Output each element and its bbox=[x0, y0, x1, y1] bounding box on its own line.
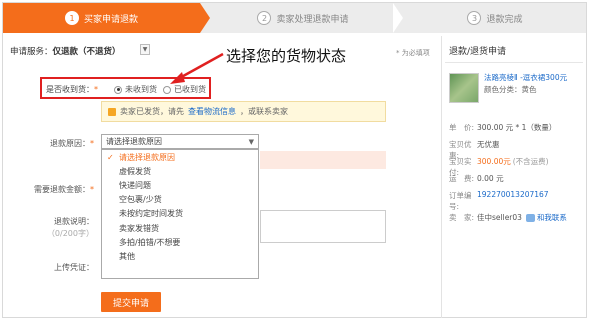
logistics-link[interactable]: 查看物流信息 bbox=[188, 106, 236, 117]
step-label: 退款完成 bbox=[486, 14, 523, 25]
service-label: 申请服务： bbox=[10, 47, 53, 57]
summary-key: 订单编号: bbox=[449, 191, 472, 211]
summary-suffix: (不含运费) bbox=[512, 157, 549, 166]
reason-select-value: 请选择退款原因 bbox=[106, 137, 162, 146]
radio-label: 未收到货 bbox=[125, 85, 157, 94]
checkmark-icon: ✓ bbox=[107, 152, 114, 162]
summary-value: 0.00 元 bbox=[477, 174, 504, 183]
summary-key: 卖 家: bbox=[449, 213, 475, 222]
note-counter: （0/200字） bbox=[46, 229, 94, 238]
service-value: 仅退款（不退货） bbox=[52, 47, 121, 57]
reason-option[interactable]: ✓ 请选择退款原因 bbox=[102, 150, 258, 164]
panel-divider bbox=[441, 36, 442, 318]
amount-label: 需要退款金额：* bbox=[34, 185, 94, 194]
reason-label-text: 退款原因： bbox=[50, 139, 90, 148]
reason-option[interactable]: 空包裹/少货 bbox=[102, 193, 258, 207]
summary-key: 运 费: bbox=[449, 174, 475, 183]
step-label: 买家申请退款 bbox=[83, 14, 138, 25]
step-arrow bbox=[393, 3, 403, 33]
tip-text: 卖家已发货，请先 bbox=[120, 107, 184, 116]
step-arrow bbox=[200, 3, 210, 33]
step-number: 1 bbox=[64, 11, 79, 25]
received-label: 是否收到货：* bbox=[46, 85, 98, 94]
chevron-down-icon: ▼ bbox=[142, 46, 148, 53]
required-hint: * 为必填项 bbox=[396, 49, 430, 57]
step-apply: 1 买家申请退款 bbox=[3, 3, 200, 33]
radio-label: 已收到货 bbox=[174, 85, 206, 94]
summary-row-order: 订单编号: 192270013207167 bbox=[449, 190, 549, 212]
chevron-down-icon: ▼ bbox=[248, 138, 254, 146]
reason-option[interactable]: 未按约定时间发货 bbox=[102, 207, 258, 221]
radio-received[interactable]: 已收到货 bbox=[163, 84, 206, 95]
chat-icon bbox=[525, 213, 535, 222]
reason-dropdown: ✓ 请选择退款原因 虚假发货 快递问题 空包裹/少货 未按约定时间发货 卖家发错货… bbox=[101, 149, 259, 279]
radio-selected-icon bbox=[114, 85, 122, 94]
service-row: 申请服务：仅退款（不退货） bbox=[10, 45, 121, 57]
step-number: 3 bbox=[467, 11, 482, 25]
tip-text: ，或联系卖家 bbox=[240, 107, 288, 116]
reason-label: 退款原因：* bbox=[50, 139, 94, 148]
summary-row-shipping: 运 费: 0.00 元 bbox=[449, 173, 504, 184]
shipping-tip: 卖家已发货，请先 查看物流信息 ，或联系卖家 bbox=[101, 101, 386, 122]
annotation-text: 选择您的货物状态 bbox=[226, 47, 347, 65]
step-label: 卖家处理退款申请 bbox=[276, 14, 349, 25]
radio-unselected-icon bbox=[163, 85, 171, 94]
summary-value: 300.00 元 * 1（数量） bbox=[477, 123, 557, 132]
step-complete: 3 退款完成 bbox=[405, 3, 585, 33]
summary-row-seller: 卖 家: 佳中seller03 和我联系 bbox=[449, 212, 567, 223]
step-seller-process: 2 卖家处理退款申请 bbox=[213, 3, 393, 33]
product-name-link[interactable]: 法路亮棱Ⅱ -逗衣裙300元 bbox=[484, 73, 584, 83]
step-number: 2 bbox=[257, 11, 272, 25]
reason-option[interactable]: 虚假发货 bbox=[102, 164, 258, 178]
reason-option-label: 请选择退款原因 bbox=[119, 152, 175, 162]
radio-not-received[interactable]: 未收到货 bbox=[114, 84, 157, 95]
contact-seller-button[interactable]: 和我联系 bbox=[525, 212, 567, 223]
product-thumbnail[interactable] bbox=[449, 73, 479, 103]
reason-option[interactable]: 其他 bbox=[102, 249, 258, 263]
product-color: 颜色分类：黄色 bbox=[484, 85, 537, 94]
warning-icon bbox=[108, 107, 116, 116]
progress-steps: 1 买家申请退款 2 卖家处理退款申请 3 退款完成 bbox=[3, 3, 586, 33]
contact-label: 和我联系 bbox=[536, 213, 567, 222]
received-label-text: 是否收到货： bbox=[46, 85, 94, 94]
summary-title: 退款/退货申请 bbox=[449, 47, 507, 57]
service-dropdown-toggle[interactable]: ▼ bbox=[140, 44, 150, 55]
reason-option[interactable]: 多拍/拍错/不想要 bbox=[102, 235, 258, 249]
summary-key: 单 价: bbox=[449, 123, 475, 132]
voucher-label: 上传凭证： bbox=[54, 263, 94, 272]
reason-select[interactable]: 请选择退款原因 ▼ bbox=[101, 134, 259, 149]
error-strip bbox=[260, 151, 386, 169]
summary-divider bbox=[445, 62, 583, 63]
summary-row-price: 单 价: 300.00 元 * 1（数量） bbox=[449, 122, 556, 133]
order-number-link[interactable]: 192270013207167 bbox=[477, 190, 549, 212]
submit-button[interactable]: 提交申请 bbox=[101, 292, 161, 312]
note-label: 退款说明： bbox=[54, 217, 94, 226]
seller-name: 佳中seller03 bbox=[477, 213, 522, 222]
amount-label-text: 需要退款金额： bbox=[34, 185, 90, 194]
reason-option[interactable]: 快递问题 bbox=[102, 178, 258, 192]
reason-option[interactable]: 卖家发错货 bbox=[102, 221, 258, 235]
note-textarea[interactable] bbox=[260, 210, 386, 243]
